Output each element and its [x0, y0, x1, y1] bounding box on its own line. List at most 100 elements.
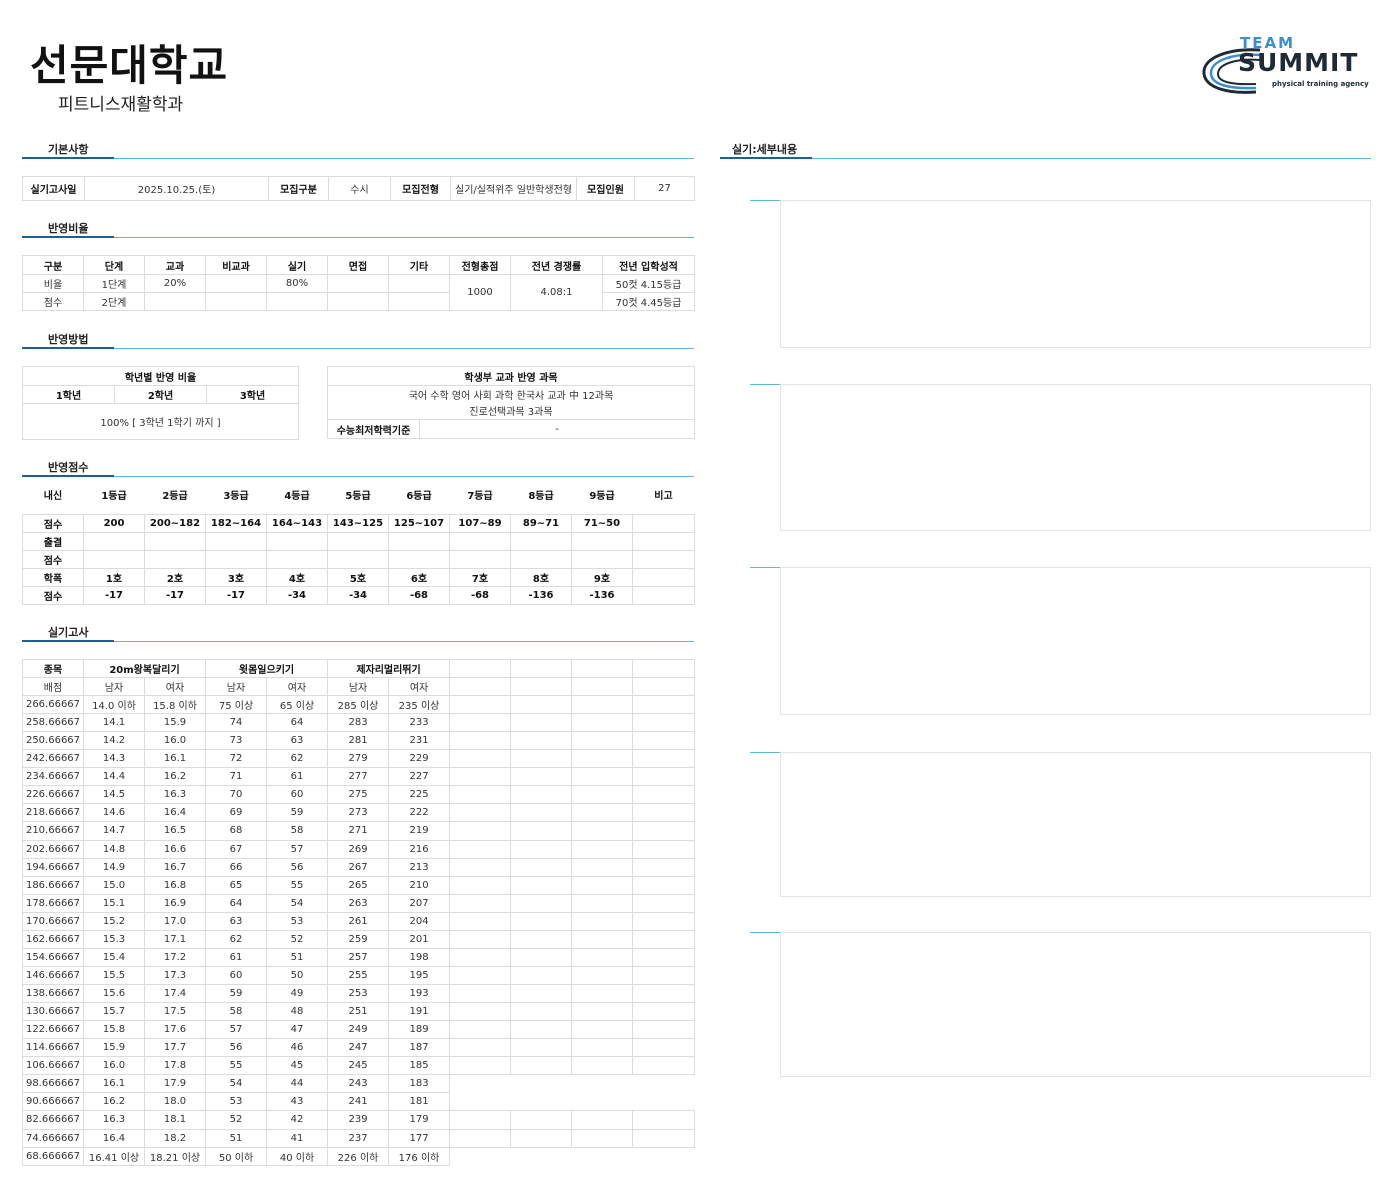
- absence-cell: 9호: [571, 567, 633, 587]
- table-row: 74.666667 16.4 18.2 51 41 237 177: [22, 1128, 696, 1148]
- empty-cell: [571, 947, 634, 967]
- row-value: 43: [265, 1092, 329, 1112]
- empty-cell: [571, 929, 634, 949]
- absence-score-cell: [632, 585, 695, 605]
- score-grade-cell: 182~164: [205, 513, 267, 533]
- score-header: 비고: [654, 490, 673, 502]
- score-grade-cell: 143~125: [327, 513, 389, 533]
- attend-score-cell: [388, 549, 450, 569]
- empty-cell: [571, 821, 634, 841]
- row-value: 191: [388, 1002, 451, 1022]
- row-value: 235 이상: [388, 694, 451, 715]
- ratio-cell: [327, 274, 389, 293]
- absence-cell: 2호: [144, 567, 206, 587]
- ratio-header: 전년 입학성적: [602, 255, 695, 275]
- attend-score-cell: [144, 549, 206, 569]
- grade-ratio-value: 100% [ 3학년 1학기 까지 ]: [21, 403, 300, 440]
- row-value: 16.4: [83, 1128, 145, 1148]
- row-score: 162.66667: [22, 929, 84, 949]
- row-value: 55: [265, 875, 329, 895]
- row-value: 14.7: [83, 821, 145, 841]
- row-value: 63: [265, 731, 329, 751]
- row-value: 64: [265, 713, 329, 733]
- attend-score-cell: [266, 549, 328, 569]
- row-value: 50: [265, 965, 329, 986]
- row-value: 18.0: [144, 1092, 206, 1112]
- row-value: 15.9: [83, 1038, 145, 1058]
- row-value: 69: [205, 803, 267, 823]
- type-label: 모집구분: [268, 176, 329, 201]
- row-score: 250.66667: [22, 731, 84, 751]
- ratio-header: 실기: [266, 255, 328, 275]
- row-value: 16.9: [144, 893, 206, 913]
- empty-cell: [449, 1038, 512, 1058]
- empty-cell: [632, 1056, 696, 1076]
- row-value: 16.3: [83, 1110, 145, 1130]
- gender-female: 여자: [265, 677, 329, 696]
- table-row: 234.66667 14.4 16.2 71 61 277 227: [22, 767, 696, 787]
- section-detail: 실기:세부내용: [720, 139, 1371, 159]
- row-value: 54: [205, 1074, 267, 1094]
- table-row: 178.66667 15.1 16.9 64 54 263 207: [22, 893, 696, 913]
- row-value: 45: [265, 1056, 329, 1076]
- row-value: 56: [265, 857, 329, 877]
- empty-cell: [510, 767, 573, 787]
- empty-cell: [449, 1128, 512, 1148]
- score-grade-cell: 71~50: [571, 513, 633, 533]
- empty-cell: [510, 713, 573, 733]
- row-value: 213: [388, 857, 451, 877]
- table-row: 106.66667 16.0 17.8 55 45 245 185: [22, 1056, 696, 1076]
- row-value: 58: [205, 1002, 267, 1022]
- row-value: 14.0 이하: [83, 694, 145, 715]
- detail-box: [780, 384, 1371, 531]
- row-value: 62: [205, 929, 267, 949]
- attend-cell: [327, 531, 389, 551]
- detail-box: [780, 932, 1371, 1077]
- table-row: 194.66667 14.9 16.7 66 56 267 213: [22, 857, 696, 877]
- row-value: 204: [388, 911, 451, 931]
- university-title: 선문대학교: [30, 41, 229, 90]
- attend-score-cell: [571, 549, 633, 569]
- row-score: 170.66667: [22, 911, 84, 931]
- score-grade-cell: 89~71: [510, 513, 572, 533]
- empty-cell: [510, 694, 573, 715]
- row-value: 16.6: [144, 839, 206, 859]
- item-label: 종목: [22, 659, 84, 678]
- empty-cell: [449, 893, 512, 913]
- row-value: 17.7: [144, 1038, 206, 1058]
- section-method: 반영방법: [22, 329, 694, 349]
- row-value: 185: [388, 1056, 451, 1076]
- empty-cell: [510, 749, 573, 769]
- row-score: 226.66667: [22, 785, 84, 805]
- practical-table: 종목 20m왕복달리기 윗몸일으키기 제자리멀리뛰기 배점 남자 여자 남자 여…: [22, 659, 696, 1166]
- section-practical: 실기고사: [22, 622, 694, 642]
- row-value: 52: [265, 929, 329, 949]
- empty-cell: [632, 713, 696, 733]
- empty-cell: [572, 1093, 633, 1111]
- empty-cell: [632, 929, 696, 949]
- row-score: 82.666667: [22, 1110, 84, 1130]
- row-value: 17.4: [144, 983, 206, 1004]
- empty-cell: [632, 1020, 696, 1040]
- row-value: 216: [388, 839, 451, 859]
- min-standard-label: 수능최저학력기준: [327, 419, 420, 439]
- row-value: 269: [327, 839, 390, 859]
- absence-cell: 4호: [266, 567, 328, 587]
- row-value: 283: [327, 713, 390, 733]
- row-value: 16.2: [83, 1092, 145, 1112]
- ratio-cell: 80%: [266, 274, 328, 293]
- row-value: 241: [327, 1092, 390, 1112]
- row-value: 44: [265, 1074, 329, 1094]
- row-score: 210.66667: [22, 821, 84, 841]
- empty-cell: [510, 731, 573, 751]
- absence-cell: 7호: [449, 567, 511, 587]
- row-value: 15.1: [83, 893, 145, 913]
- detail-box: [780, 200, 1371, 348]
- score-header: 9등급: [589, 490, 615, 502]
- attend-score-cell: [83, 549, 145, 569]
- score-label: 배점: [22, 677, 84, 696]
- grade-ratio-title: 학년별 반영 비율: [21, 366, 300, 386]
- row-value: 17.2: [144, 947, 206, 967]
- row-value: 73: [205, 731, 267, 751]
- empty-cell: [632, 803, 696, 823]
